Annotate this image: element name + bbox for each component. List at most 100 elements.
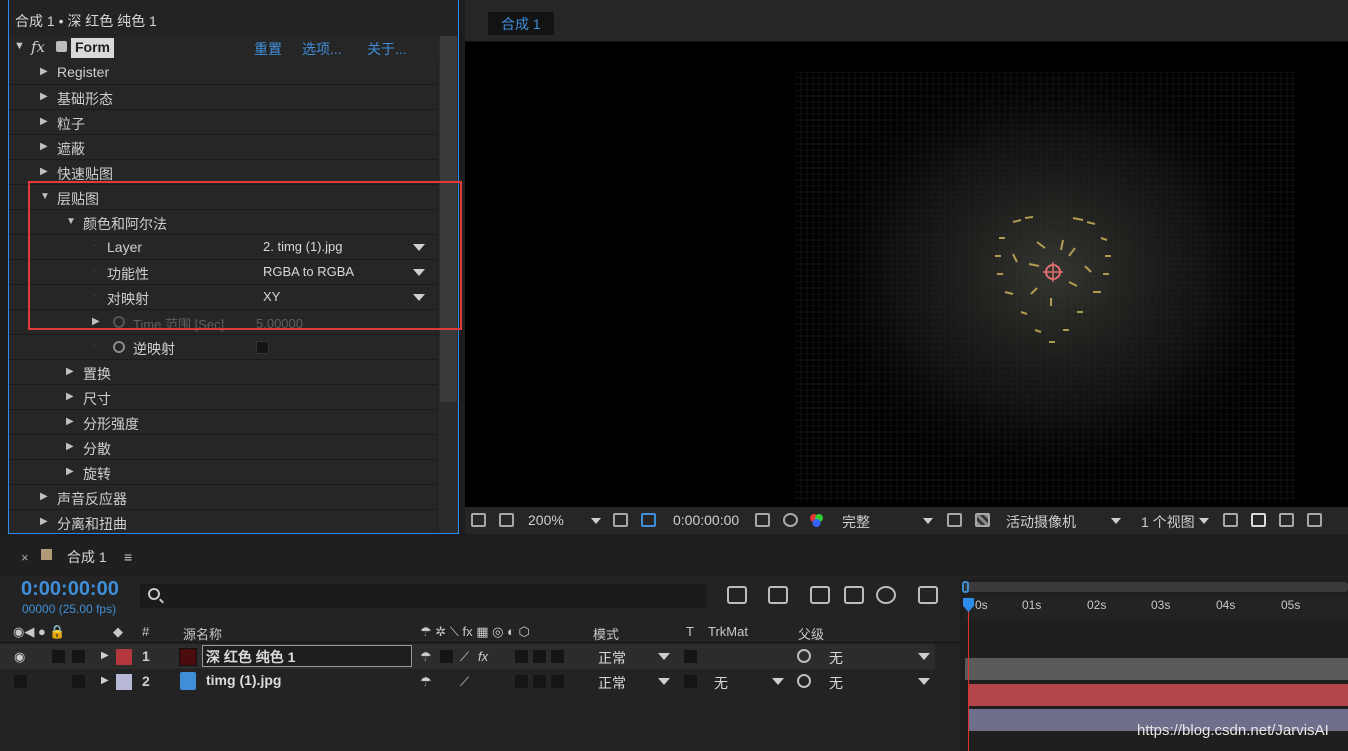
trkmat-dropdown[interactable]: 无 (706, 670, 786, 692)
collapse-arrow-icon[interactable]: ▼ (40, 191, 50, 202)
col-source-name[interactable]: 源名称 (183, 624, 222, 643)
fx-toggle-icon[interactable]: fx (31, 38, 45, 56)
blend-mode-dropdown[interactable]: 正常 (594, 670, 674, 692)
expand-layer-icon[interactable]: ▶ (101, 675, 109, 686)
comp-mini-flowchart-icon[interactable] (727, 586, 747, 604)
collapse-triangle-icon[interactable]: ▼ (14, 40, 25, 52)
expand-arrow-icon[interactable]: ▶ (40, 516, 48, 527)
expand-arrow-icon[interactable]: ▶ (40, 91, 48, 102)
lock-switch[interactable] (72, 650, 85, 663)
expand-arrow-icon[interactable]: ▶ (40, 166, 48, 177)
pixel-aspect-icon[interactable] (1223, 513, 1238, 527)
expand-arrow-icon[interactable]: ▶ (40, 141, 48, 152)
show-snapshot-icon[interactable] (783, 513, 798, 527)
group-rotate[interactable]: ▶ 旋转 (9, 460, 437, 485)
always-preview-icon[interactable] (471, 513, 486, 527)
video-switch[interactable] (14, 675, 27, 688)
effect-panel-scrollbar[interactable] (439, 36, 458, 533)
zoom-value[interactable]: 200% (528, 512, 564, 528)
shy-switch-icon[interactable]: ☂ (420, 649, 432, 665)
time-span-value[interactable]: 5.00000 (256, 316, 303, 331)
frame-blend-switch[interactable] (515, 650, 528, 663)
motion-blur-switch[interactable] (533, 675, 546, 688)
lock-switch[interactable] (72, 675, 85, 688)
fast-preview-icon[interactable] (947, 513, 962, 527)
group-layer-maps[interactable]: ▼ 层贴图 (9, 185, 437, 210)
work-area-bar[interactable] (965, 658, 1348, 680)
expand-arrow-icon[interactable]: ▶ (40, 66, 48, 77)
parent-pickwhip-icon[interactable] (797, 674, 811, 688)
layer-search-input[interactable] (140, 584, 707, 608)
panel-menu-icon[interactable]: ≡ (124, 549, 132, 565)
group-quick-maps[interactable]: ▶ 快速贴图 (9, 160, 437, 185)
resolution-caret-icon[interactable] (923, 518, 933, 524)
region-of-interest-icon[interactable] (613, 513, 628, 527)
expand-layer-icon[interactable]: ▶ (101, 650, 109, 661)
quality-switch-icon[interactable]: ⟋ (460, 649, 469, 665)
fast-draft-icon[interactable] (1251, 513, 1266, 527)
collapse-switch[interactable] (440, 650, 453, 663)
motion-blur-switch[interactable] (533, 650, 546, 663)
adjustment-switch[interactable] (551, 675, 564, 688)
views-value[interactable]: 1 个视图 (1141, 512, 1195, 532)
timeline-icon[interactable] (1279, 513, 1294, 527)
timeline-timecode[interactable]: 0:00:00:00 (21, 578, 119, 601)
tab-timeline-comp[interactable]: 合成 1 (67, 547, 107, 567)
playhead-line[interactable] (968, 602, 969, 751)
group-register[interactable]: ▶ Register (9, 60, 437, 85)
close-tab-icon[interactable]: × (21, 550, 29, 565)
color-channels-icon[interactable] (809, 513, 824, 527)
viewer-timecode[interactable]: 0:00:00:00 (673, 512, 739, 528)
layer-label-color[interactable] (116, 649, 132, 665)
reset-link[interactable]: 重置 (254, 39, 282, 59)
scrollbar-thumb[interactable] (440, 36, 457, 402)
parent-dropdown[interactable]: 无 (824, 670, 934, 692)
expand-arrow-icon[interactable]: ▶ (66, 441, 74, 452)
adjustment-switch[interactable] (551, 650, 564, 663)
solo-switch[interactable] (52, 650, 65, 663)
expand-arrow-icon[interactable]: ▶ (40, 116, 48, 127)
collapse-arrow-icon[interactable]: ▼ (66, 216, 76, 227)
layer-duration-bar[interactable] (968, 684, 1348, 706)
checkerboard-icon[interactable] (975, 513, 990, 527)
effect-switch-icon[interactable]: fx (478, 649, 488, 664)
expand-arrow-icon[interactable]: ▶ (66, 391, 74, 402)
camera-caret-icon[interactable] (1111, 518, 1121, 524)
navigator-start-handle[interactable] (962, 581, 969, 593)
transparency-grid-icon[interactable] (641, 513, 656, 527)
expand-arrow-icon[interactable]: ▶ (66, 416, 74, 427)
effect-header-row[interactable]: ▼ fx Form 重置 选项... 关于... (9, 36, 439, 60)
resolution-value[interactable]: 完整 (842, 512, 870, 532)
ruler-ticks[interactable]: 0s 01s 02s 03s 04s 05s (965, 596, 1348, 620)
motion-blur-icon[interactable] (876, 586, 896, 604)
parent-pickwhip-icon[interactable] (797, 649, 811, 663)
about-link[interactable]: 关于... (367, 39, 407, 59)
group-size[interactable]: ▶ 尺寸 (9, 385, 437, 410)
map-over-dropdown[interactable]: XY (256, 286, 430, 308)
layer-label-color[interactable] (116, 674, 132, 690)
frame-blending-icon[interactable] (844, 586, 864, 604)
zoom-caret-icon[interactable] (591, 518, 601, 524)
preserve-transparency-switch[interactable] (684, 650, 697, 663)
frame-blend-switch[interactable] (515, 675, 528, 688)
time-navigator-bar[interactable] (965, 582, 1348, 592)
group-audio-react[interactable]: ▶ 声音反应器 (9, 485, 437, 510)
functionality-dropdown[interactable]: RGBA to RGBA (256, 261, 430, 283)
layer-row[interactable]: ◉ ▶ 1 深 红色 纯色 1 ☂ ⟋ fx 正常 无 (0, 644, 935, 669)
shy-layers-icon[interactable] (810, 586, 830, 604)
effect-name[interactable]: Form (71, 38, 114, 58)
group-displacement[interactable]: ▶ 置换 (9, 360, 437, 385)
blend-mode-dropdown[interactable]: 正常 (594, 645, 674, 667)
flowchart-icon[interactable] (1307, 513, 1322, 527)
group-shading[interactable]: ▶ 遮蔽 (9, 135, 437, 160)
expand-arrow-icon[interactable]: ▶ (66, 466, 74, 477)
tab-composition[interactable]: 合成 1 (488, 12, 554, 35)
options-link[interactable]: 选项... (302, 39, 342, 59)
invert-map-checkbox[interactable] (256, 341, 269, 354)
group-base-form[interactable]: ▶ 基础形态 (9, 85, 437, 110)
parent-dropdown[interactable]: 无 (824, 645, 934, 667)
graph-editor-icon[interactable] (918, 586, 938, 604)
group-disperse[interactable]: ▶ 分散 (9, 435, 437, 460)
group-particle[interactable]: ▶ 粒子 (9, 110, 437, 135)
stopwatch-icon[interactable] (113, 316, 125, 328)
